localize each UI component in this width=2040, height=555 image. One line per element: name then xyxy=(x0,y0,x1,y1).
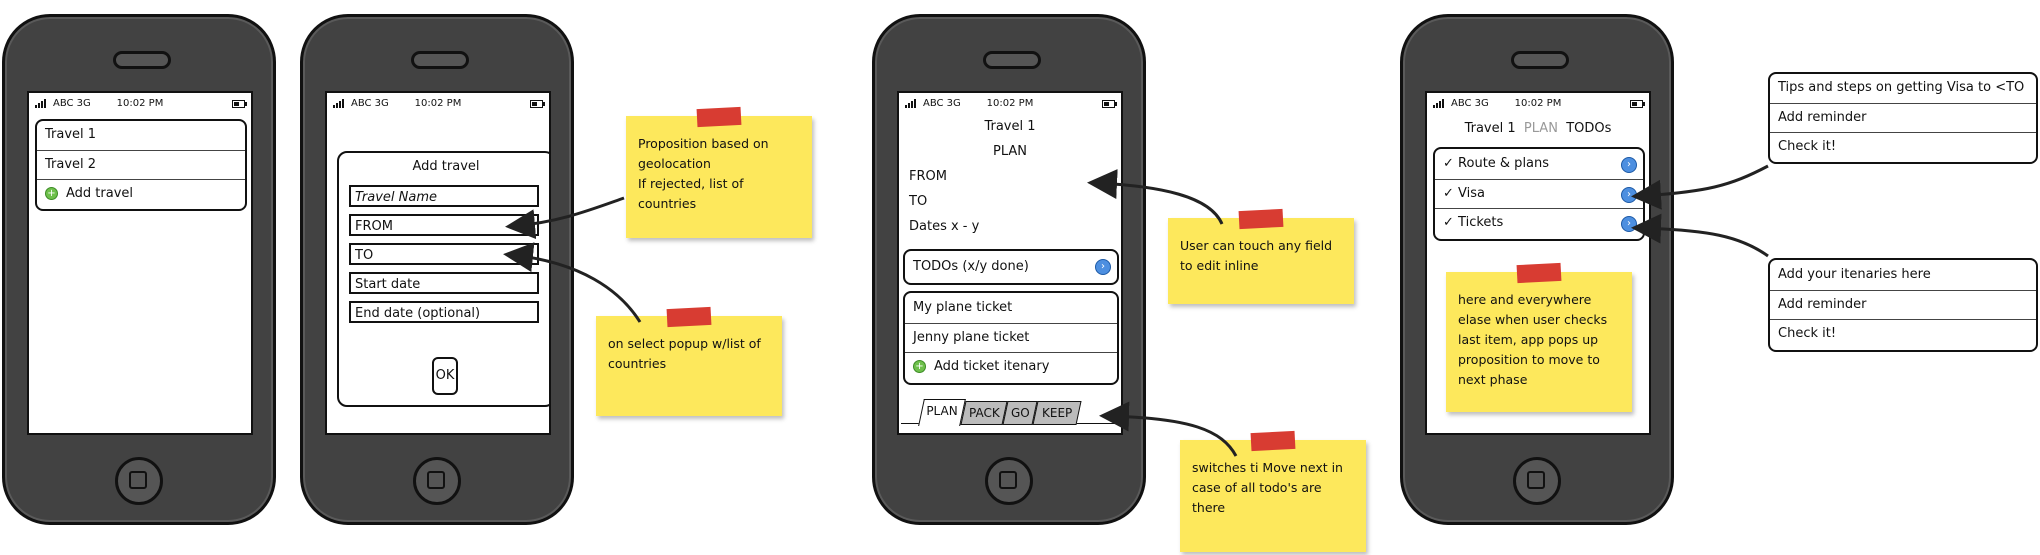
annotation-arrows xyxy=(503,164,1769,457)
arrow-tickets xyxy=(1631,213,1769,258)
arrow-geolocation xyxy=(505,196,625,240)
arrow-inline-edit xyxy=(1087,169,1224,225)
arrow-switch xyxy=(1099,401,1238,457)
arrow-visa xyxy=(1631,164,1769,210)
arrow-popup xyxy=(503,242,642,323)
